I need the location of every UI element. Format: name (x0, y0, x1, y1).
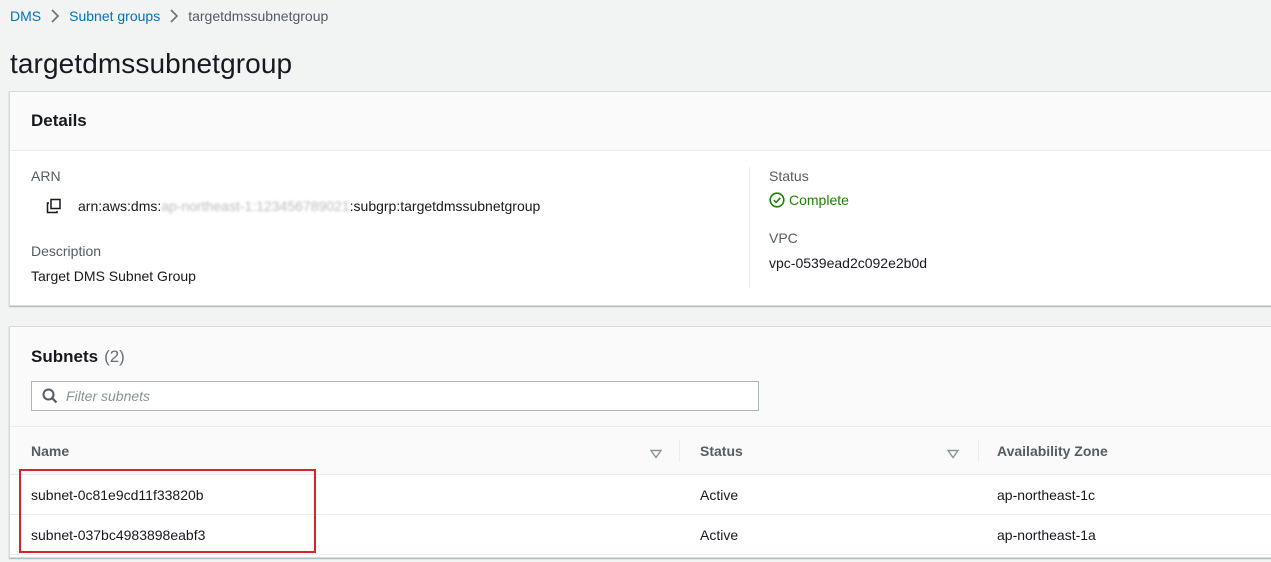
chevron-right-icon (160, 6, 188, 26)
arn-row: arn:aws:dms:ap-northeast-1:123456789021:… (46, 197, 731, 215)
description-label: Description (31, 243, 102, 259)
subnet-status-cell: Active (700, 487, 739, 503)
column-separator (679, 440, 680, 462)
subnet-az-cell: ap-northeast-1a (997, 527, 1096, 543)
column-header-status[interactable]: Status (700, 427, 743, 475)
column-header-availability-zone[interactable]: Availability Zone (997, 427, 1108, 475)
breadcrumb-current: targetdmssubnetgroup (188, 8, 329, 24)
subnet-name-cell: subnet-037bc4983898eabf3 (31, 527, 206, 543)
vpc-label: VPC (769, 230, 798, 246)
arn-value: arn:aws:dms:ap-northeast-1:123456789021:… (78, 198, 540, 214)
subnets-title: Subnets (2) (31, 347, 125, 367)
details-title: Details (31, 111, 87, 130)
subnets-header: Subnets (2) (10, 327, 1271, 427)
arn-suffix: :subgrp:targetdmssubnetgroup (349, 198, 541, 214)
subnet-name-cell: subnet-0c81e9cd11f33820b (31, 487, 204, 503)
details-header: Details (10, 92, 1271, 151)
arn-label: ARN (31, 168, 61, 184)
vpc-value: vpc-0539ead2c092e2b0d (769, 255, 928, 271)
subnets-table-header: Name Status Availability Zone (10, 427, 1271, 475)
subnet-status-cell: Active (700, 527, 739, 543)
details-left-column: ARN arn:aws:dms:ap-northeast-1:123456789… (31, 167, 731, 285)
arn-redacted: ap-northeast-1:123456789021 (161, 198, 350, 214)
breadcrumb-dms-link[interactable]: DMS (10, 8, 41, 24)
table-row[interactable]: subnet-037bc4983898eabf3 Active ap-north… (10, 515, 1271, 555)
subnets-count: (2) (104, 347, 125, 366)
description-value: Target DMS Subnet Group (31, 268, 196, 284)
breadcrumb: DMS Subnet groups targetdmssubnetgroup (10, 6, 328, 26)
column-header-name[interactable]: Name (31, 427, 69, 475)
chevron-right-icon (41, 6, 69, 26)
status-indicator: Complete (769, 192, 1249, 208)
status-label: Status (769, 168, 809, 184)
search-icon (32, 388, 66, 404)
status-value: Complete (789, 192, 849, 208)
subnets-title-text: Subnets (31, 347, 99, 366)
subnets-panel: Subnets (2) Name Status Availability Zone… (9, 326, 1271, 558)
breadcrumb-subnet-groups-link[interactable]: Subnet groups (69, 8, 160, 24)
column-separator (978, 440, 979, 462)
check-circle-icon (769, 192, 789, 208)
page-title: targetdmssubnetgroup (10, 48, 293, 79)
filter-subnets-input[interactable] (66, 388, 716, 404)
table-row[interactable]: subnet-0c81e9cd11f33820b Active ap-north… (10, 475, 1271, 515)
details-panel: Details ARN arn:aws:dms:ap-northeast-1:1… (9, 91, 1271, 306)
filter-subnets-field[interactable] (31, 381, 759, 411)
column-divider (749, 167, 750, 288)
caret-down-icon[interactable] (649, 446, 663, 464)
copy-icon[interactable] (46, 198, 62, 214)
caret-down-icon[interactable] (946, 446, 960, 464)
subnet-az-cell: ap-northeast-1c (997, 487, 1096, 503)
details-right-column: Status Complete VPC vpc-0539ead2c092e2b0… (769, 167, 1249, 272)
arn-prefix: arn:aws:dms: (78, 198, 162, 214)
